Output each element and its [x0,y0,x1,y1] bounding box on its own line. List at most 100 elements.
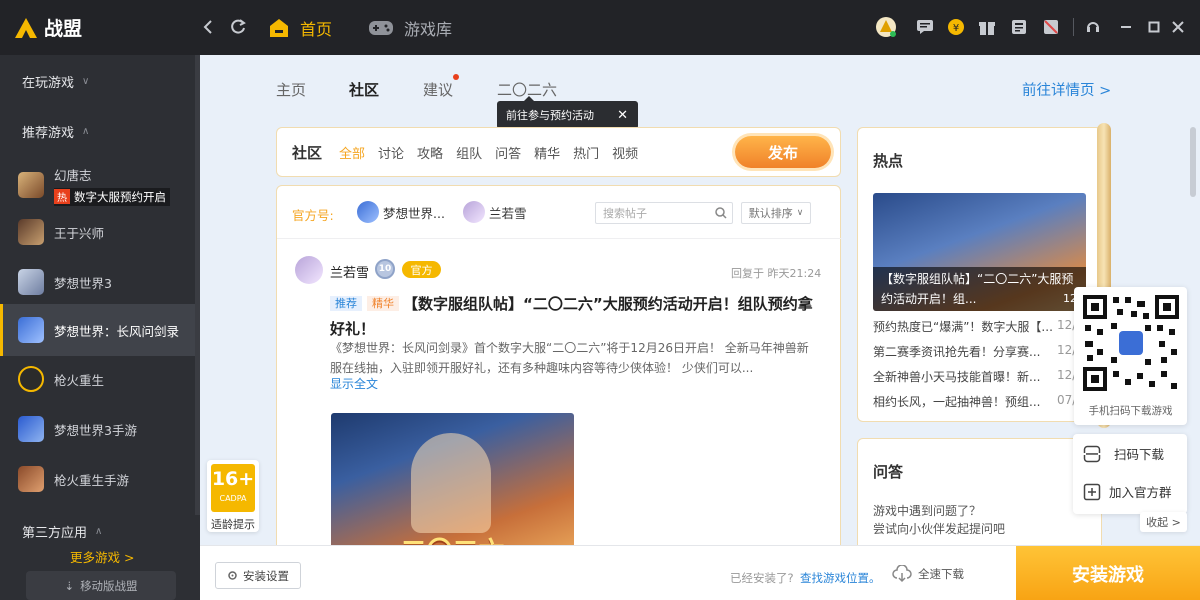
scan-download-button[interactable]: 扫码下载 [1083,444,1164,463]
filter-all[interactable]: 全部 [339,143,365,162]
search-icon[interactable] [715,207,727,219]
official-accounts-label: 官方号: [292,208,334,223]
collapse-button[interactable]: 收起 > [1140,512,1187,532]
app-logo-icon [15,17,37,38]
tooltip-text: 前往参与预约活动 [506,109,594,122]
playing-games-header[interactable]: 在玩游戏 ∨ [22,72,89,91]
search-placeholder: 搜索帖子 [603,207,647,220]
filter-video[interactable]: 视频 [612,143,638,162]
find-game-location-link[interactable]: 查找游戏位置。 [800,570,881,586]
join-official-group-button[interactable]: 加入官方群 [1083,482,1172,501]
hot-item[interactable]: 全新神兽小天马技能首曝！新... [873,368,1055,385]
filter-essence[interactable]: 精华 [534,143,560,162]
nav-home[interactable]: 首页 [268,16,332,40]
post-author-name[interactable]: 兰若雪 [330,262,369,281]
official-account-mengxiang[interactable]: 梦想世界... [357,201,445,223]
sidebar-item-mengxiang3[interactable]: 梦想世界3 [0,258,196,306]
qr-code-panel: 手机扫码下载游戏 [1074,287,1187,425]
qa-card: 问答 游戏中遇到问题了？ 尝试向小伙伴发起提问吧 [857,438,1102,545]
close-icon[interactable] [1166,15,1190,39]
sidebar-item-wangyuxingshi[interactable]: 王于兴师 [0,208,196,256]
sidebar-item-mengxiang3-mobile[interactable]: 梦想世界3手游 [0,405,196,453]
qa-line-2[interactable]: 尝试向小伙伴发起提问吧 [873,520,1005,537]
game-icon [18,172,44,198]
close-icon[interactable]: ✕ [617,108,628,123]
community-filter-bar: 社区 全部 讨论 攻略 组队 问答 精华 热门 视频 发布 [276,127,841,177]
tag-recommend: 推荐 [330,296,362,311]
support-icon[interactable] [1081,15,1105,39]
minimize-icon[interactable] [1114,15,1138,39]
coin-icon[interactable]: ¥ [944,15,968,39]
sort-label: 默认排序 [748,207,793,220]
hot-item[interactable]: 第二赛季资讯抢先看！分享赛... [873,343,1055,360]
activity-tooltip[interactable]: 前往参与预约活动 ✕ [497,101,638,129]
detail-page-link[interactable]: 前往详情页 > [1022,79,1111,100]
qa-line-1: 游戏中遇到问题了？ [873,504,982,518]
publish-button[interactable]: 发布 [735,136,831,168]
filter-discussion[interactable]: 讨论 [378,143,404,162]
recommended-games-header[interactable]: 推荐游戏 ∧ [22,122,89,141]
refresh-icon[interactable] [226,15,250,39]
nav-library[interactable]: 游戏库 [368,16,452,40]
sidebar-item-qianghuo[interactable]: 枪火重生 [0,355,196,403]
sidebar-item-changfeng[interactable]: 梦想世界：长风问剑录 [0,304,196,356]
official-account-name: 兰若雪 [489,205,527,221]
recommended-games-label: 推荐游戏 [22,126,75,141]
install-game-label: 安装游戏 [1072,564,1144,586]
search-input[interactable]: 搜索帖子 [595,202,733,224]
user-avatar[interactable] [874,15,898,39]
hot-banner[interactable]: 【数字服组队帖】“二〇二六”大服预约活动开启！组... 12/ [873,193,1086,311]
message-icon[interactable] [913,15,937,39]
maximize-icon[interactable] [1142,15,1166,39]
post-title[interactable]: 推荐 精华 【数字服组队帖】“二〇二六”大服预约活动开启！组队预约拿好礼！ [330,291,820,342]
game-icon [18,219,44,245]
filter-team[interactable]: 组队 [456,143,482,162]
sidebar-item-qianghuo-mobile[interactable]: 枪火重生手游 [0,455,196,503]
join-group-label: 加入官方群 [1109,485,1172,500]
back-icon[interactable] [196,15,220,39]
main-scrollbar[interactable] [1190,127,1196,197]
sidebar-item-huantangzhi[interactable]: 幻唐志 热 数字大服预约开启 [0,156,196,214]
scan-icon [1083,445,1101,462]
game-name: 梦想世界：长风问剑录 [54,323,180,339]
nav-home-label: 首页 [300,20,333,39]
chevron-down-icon: ∨ [82,76,90,87]
hot-item[interactable]: 预约热度已“爆满”！数字大服【... [873,318,1055,335]
full-speed-download[interactable]: 全速下载 [892,565,964,583]
screenshot-icon[interactable] [1039,15,1063,39]
qr-code-icon[interactable] [1081,293,1181,393]
titlebar-divider [1073,18,1074,36]
sidebar: 在玩游戏 ∨ 推荐游戏 ∧ 幻唐志 热 数字大服预约开启 王于兴师 梦想世界3 … [0,55,200,600]
game-icon [18,317,44,343]
filter-qa[interactable]: 问答 [495,143,521,162]
install-game-button[interactable]: 安装游戏 [1016,546,1200,600]
third-party-header[interactable]: 第三方应用 ∧ [22,522,102,541]
post-author-avatar[interactable] [295,256,323,284]
post-image-title: 二〇二六 [331,531,574,545]
show-full-text-link[interactable]: 显示全文 [330,375,378,392]
chevron-down-icon: ∨ [796,208,804,218]
filter-hot[interactable]: 热门 [573,143,599,162]
sort-select[interactable]: 默认排序 ∨ [741,202,811,224]
post-image[interactable]: 二〇二六 [331,413,574,545]
more-games-link[interactable]: 更多游戏 > [70,547,134,566]
mobile-version-button[interactable]: ⇣ 移动版战盟 [26,571,176,600]
tab-suggestion[interactable]: 建议 [423,79,453,100]
game-name: 王于兴师 [54,225,105,241]
game-name: 幻唐志 [54,167,92,183]
tab-community[interactable]: 社区 [349,79,379,100]
filter-guide[interactable]: 攻略 [417,143,443,162]
install-settings-button[interactable]: 安装设置 [215,562,301,589]
qr-caption: 手机扫码下载游戏 [1088,405,1173,417]
gamepad-icon [369,21,393,35]
news-icon[interactable] [1007,15,1031,39]
divider [277,238,842,239]
download-icon: ⇣ [64,578,75,593]
mobile-version-label: 移动版战盟 [80,578,138,593]
hot-item[interactable]: 相约长风，一起抽神兽！预组... [873,393,1055,410]
tab-home[interactable]: 主页 [276,79,306,100]
gift-icon[interactable] [975,15,999,39]
official-account-lanruoxue[interactable]: 兰若雪 [463,201,527,223]
post-image-figure [411,433,491,533]
app-logo[interactable]: 战盟 [14,14,82,41]
